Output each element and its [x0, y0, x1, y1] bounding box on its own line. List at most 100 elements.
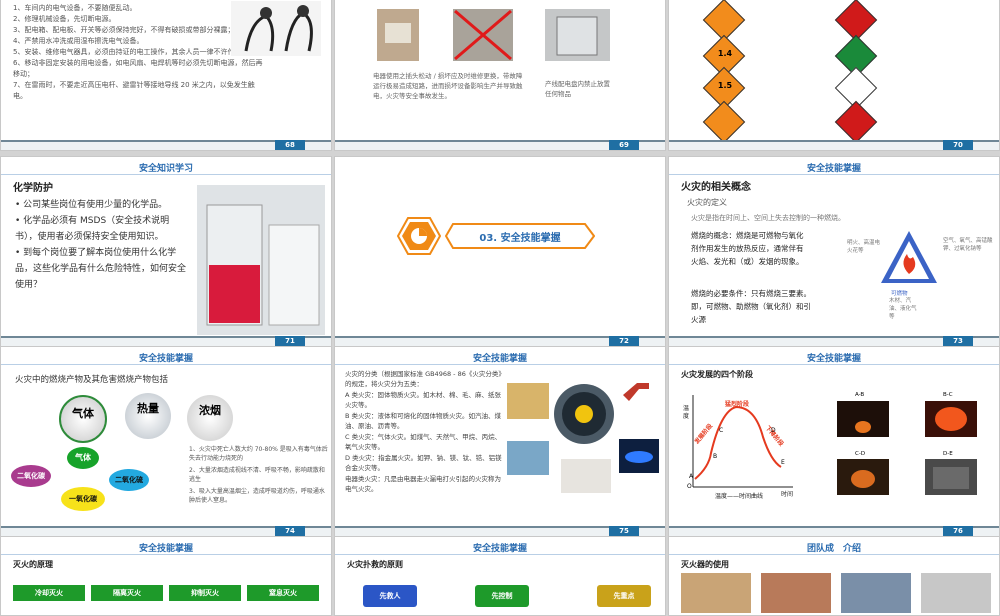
- slide-68[interactable]: 1、车间内的电气设备，不要随便乱动。 2、修理机械设备，先切断电源。 3、配电箱…: [0, 0, 332, 151]
- page-number: 70: [943, 140, 973, 150]
- stage-label-de: D-E: [943, 451, 953, 457]
- combustion-concept: 燃烧的概念：燃烧是可燃物与氧化剂作用发生的放热反应，通常伴有火焰、发光和（或）发…: [691, 231, 804, 266]
- slide-78[interactable]: 安全技能掌握 火灾扑救的原则 先救人 先控制 先重点: [334, 536, 666, 616]
- slide-title: 火灾中的燃烧产物及其危害燃烧产物包括: [15, 375, 169, 385]
- stage-photo-de: [925, 459, 977, 495]
- panel-photo: [545, 9, 610, 61]
- tank-photo: [507, 441, 549, 475]
- plug-photo-ok: [377, 9, 419, 61]
- step-smothering: 窒息灭火: [247, 585, 319, 601]
- triangle-right-label: 空气、氧气、高锰酸钾、过氧化钠等: [943, 238, 993, 252]
- header-title: 安全技能掌握: [138, 544, 193, 554]
- page-number: 75: [609, 526, 639, 536]
- wood-photo: [507, 383, 549, 419]
- stage-photo-bc: [925, 401, 977, 437]
- triangle-bottom-desc: 木材、汽油、液化气等: [889, 298, 917, 320]
- chemical-bottles-photo: [197, 185, 325, 335]
- hub-gas: 气体: [67, 447, 99, 469]
- step-cooling: 冷却灭火: [13, 585, 85, 601]
- fire-class-wheel: [553, 383, 615, 445]
- slide-72[interactable]: 03. 安全技能掌握 72: [334, 156, 666, 347]
- page-number: 71: [275, 336, 305, 346]
- stage-label-cd: C-D: [855, 451, 866, 457]
- slide-69[interactable]: 电器使用之插头松动 / 损坏应及时维修更换，带故障运行极易造成短路，进而损坏设备…: [334, 0, 666, 151]
- slide-title: 火灾发展的四个阶段: [681, 370, 753, 379]
- hazard-label-1-4: 1.4: [717, 49, 733, 58]
- label-peak: 猛烈阶段: [725, 401, 750, 408]
- step-suppression: 抑制灭火: [169, 585, 241, 601]
- slide-header: 安全技能掌握: [669, 157, 999, 177]
- slide-title: 灭火器的使用: [681, 560, 729, 569]
- rule-3: 3、配电箱、配电板、开关等必须保持完好，不得有破损或带部分裸露；: [13, 26, 235, 34]
- point-c: C: [719, 427, 724, 434]
- step-control: 先控制: [475, 585, 529, 607]
- page-number: 74: [275, 526, 305, 536]
- triangle-left-label: 明火、高温电火花等: [847, 240, 881, 254]
- slide-footer: 73: [669, 336, 999, 346]
- point-b: B: [713, 453, 718, 460]
- slide-header: 安全知识学习: [1, 157, 331, 177]
- bullet-item: • 到每个岗位要了解本岗位使用什么化学品，这些化学品有什么危险特性，如何安全使用…: [15, 248, 187, 290]
- combustion-condition: 燃烧的必要条件：只有燃烧三要素。即，可燃物、助燃物（氧化剂）和引火源: [691, 289, 811, 324]
- slide-footer: 71: [1, 336, 331, 346]
- safety-rules-list: 1、车间内的电气设备，不要随便乱动。 2、修理机械设备，先切断电源。 3、配电箱…: [13, 3, 268, 102]
- class-electric: 电器类火灾：凡是由电器走火漏电打火引起的火灾称为电气火灾。: [345, 475, 501, 493]
- plug-photo-bad: [453, 9, 513, 61]
- extinguisher-photo-2: [761, 573, 831, 613]
- rule-6: 6、移动非固定安装的用电设备，如电风扇、电焊机等时必须先切断电源，然后再移动；: [13, 59, 263, 78]
- note-2: 2、大量浓烟造成视线不清、呼吸不畅，影响疏散和逃生: [189, 467, 325, 483]
- header-title: 团队成 介绍: [806, 544, 861, 554]
- fire-class-text: 火灾的分类（根据国家标准 GB4968 - 86《火灾分类》的规定，将火灾分为五…: [345, 369, 505, 494]
- step-isolation: 隔离灭火: [91, 585, 163, 601]
- class-a: A 类火灾：固体物质火灾。如木材、棉、毛、麻、纸张火灾等。: [345, 391, 502, 409]
- slide-74[interactable]: 安全技能掌握 火灾中的燃烧产物及其危害燃烧产物包括 气体 热量 浓烟 气体 二氧…: [0, 346, 332, 537]
- bubble-co2: 二氧化碳: [11, 465, 51, 487]
- extinguisher-photo-4: [921, 573, 991, 613]
- page-number: 72: [609, 336, 639, 346]
- header-title: 安全技能掌握: [138, 354, 193, 364]
- extinguisher-photo-1: [681, 573, 751, 613]
- slide-header: 安全技能掌握: [1, 347, 331, 367]
- slide-footer: 76: [669, 526, 999, 536]
- slide-70[interactable]: 1.4 1.5 70: [668, 0, 1000, 151]
- slide-75[interactable]: 安全技能掌握 火灾的分类（根据国家标准 GB4968 - 86《火灾分类》的规定…: [334, 346, 666, 537]
- stage-photo-ab: [837, 401, 889, 437]
- section-title: 03. 安全技能掌握: [479, 233, 561, 244]
- metal-powder-photo: [561, 459, 611, 493]
- rule-4: 4、严禁用水冲洗或用湿布擦洗电气设备。: [13, 37, 144, 45]
- fuel-nozzle-icon: [619, 375, 655, 405]
- rule-2: 2、修理机械设备，先切断电源。: [13, 15, 116, 23]
- slide-title: 火灾扑救的原则: [347, 560, 403, 569]
- page-number: 76: [943, 526, 973, 536]
- caption-left: 电器使用之插头松动 / 损坏应及时维修更换，带故障运行极易造成短路，进而损坏设备…: [373, 72, 523, 100]
- point-d: D: [771, 427, 776, 434]
- page-number: 69: [609, 140, 639, 150]
- slide-footer: 72: [335, 336, 665, 346]
- hazard-label-1-5: 1.5: [717, 81, 733, 90]
- harm-notes: 1、火灾中死亡人数大约 70-80% 是吸入有毒气体后失去行动能力烧死的 2、大…: [189, 445, 329, 505]
- slide-77[interactable]: 安全技能掌握 灭火的原理 冷却灭火 隔离灭火 抑制灭火 窒息灭火: [0, 536, 332, 616]
- note-3: 3、吸入大量高温烟尘，造成呼吸道灼伤，呼吸通水肿后使人窒息。: [189, 488, 325, 504]
- slide-73[interactable]: 安全技能掌握 火灾的相关概念 火灾的定义 火灾是指在时间上、空间上失去控制的一种…: [668, 156, 1000, 347]
- rule-5: 5、安装、维修电气器具，必须由持证的电工操作，其余人员一律不许作业。: [13, 48, 249, 56]
- slide-76[interactable]: 安全技能掌握 火灾发展的四个阶段 温度 猛烈阶段 发展阶段 下降阶段 A B C…: [668, 346, 1000, 537]
- circle-heat: 热量: [125, 393, 171, 439]
- stage-label-bc: B-C: [943, 392, 953, 398]
- bullet-item: • 公司某些岗位有使用少量的化学品。: [15, 200, 168, 210]
- bullet-item: • 化学品必须有 MSDS（安全技术说明书），使用者必须保持安全使用知识。: [15, 216, 170, 242]
- axis-xend: 时间: [781, 491, 794, 498]
- class-intro: 火灾的分类（根据国家标准 GB4968 - 86《火灾分类》的规定，将火灾分为五…: [345, 370, 505, 388]
- rule-7: 7、在雷雨时，不要走近高压电杆、避雷针等接地导线 20 米之内，以免发生触电。: [13, 81, 255, 100]
- gas-flame-photo: [619, 439, 659, 473]
- header-title: 安全知识学习: [138, 164, 193, 174]
- section-icon: [396, 217, 442, 255]
- slide-71[interactable]: 安全知识学习 化学防护 • 公司某些岗位有使用少量的化学品。 • 化学品必须有 …: [0, 156, 332, 347]
- hazard-sign-red-white: [834, 100, 878, 144]
- circle-smoke: 浓烟: [187, 395, 233, 441]
- section-banner: 03. 安全技能掌握: [444, 223, 596, 249]
- class-d: D 类火灾：指金属火灾。如钾、钠、镁、钛、锆、铝镁合金火灾等。: [345, 454, 502, 472]
- extinguisher-photo-3: [841, 573, 911, 613]
- slide-79[interactable]: 团队成 介绍 灭火器的使用: [668, 536, 1000, 616]
- slide-footer: 74: [1, 526, 331, 536]
- class-c: C 类火灾：气体火灾。如煤气、天然气、甲烷、丙烷、氧气火灾等。: [345, 433, 502, 451]
